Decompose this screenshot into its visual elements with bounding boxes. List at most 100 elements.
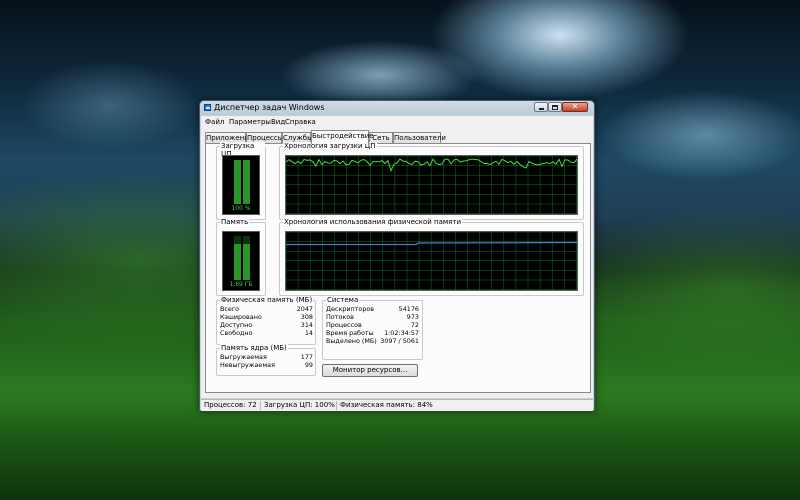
stat-label: Время работы bbox=[326, 329, 374, 337]
meter-segment bbox=[243, 168, 250, 170]
resource-monitor-button[interactable]: Монитор ресурсов... bbox=[322, 364, 418, 377]
stat-label: Кэшировано bbox=[220, 313, 262, 321]
meter-segment bbox=[243, 172, 250, 174]
meter-segment bbox=[234, 260, 241, 262]
stat-label: Доступно bbox=[220, 321, 253, 329]
menu-options[interactable]: Параметры bbox=[229, 118, 271, 126]
minimize-icon bbox=[538, 108, 544, 110]
status-cpu-usage: Загрузка ЦП: 100% bbox=[261, 401, 337, 410]
cpu-history-line bbox=[286, 158, 577, 172]
maximize-button[interactable] bbox=[548, 102, 562, 112]
stat-row-available: Доступно 314 bbox=[220, 321, 313, 329]
system-group: Система Дескрипторов 54176 Потоков 973 П… bbox=[322, 296, 423, 360]
meter-segment bbox=[234, 254, 241, 256]
meter-segment bbox=[234, 186, 241, 188]
stat-row-handles: Дескрипторов 54176 bbox=[326, 305, 419, 313]
meter-segment bbox=[243, 174, 250, 176]
meter-segment bbox=[234, 194, 241, 196]
system-label: Система bbox=[326, 296, 360, 304]
stat-row-commit: Выделено (МБ) 3097 / 5061 bbox=[326, 337, 419, 345]
stat-row-cached: Кэшировано 308 bbox=[220, 313, 313, 321]
meter-segment bbox=[234, 242, 241, 244]
meter-segment bbox=[234, 198, 241, 200]
meter-segment bbox=[234, 248, 241, 250]
menu-file[interactable]: Файл bbox=[205, 118, 224, 126]
meter-segment bbox=[234, 274, 241, 276]
meter-segment bbox=[234, 240, 241, 242]
meter-segment bbox=[243, 202, 250, 204]
meter-segment bbox=[243, 176, 250, 178]
meter-segment bbox=[243, 170, 250, 172]
meter-segment bbox=[234, 276, 241, 278]
meter-segment bbox=[243, 272, 250, 274]
stat-label: Невыгружаемая bbox=[220, 361, 275, 369]
menu-help[interactable]: Справка bbox=[285, 118, 316, 126]
cloud-light bbox=[600, 90, 800, 180]
kernel-memory-label: Память ядра (МБ) bbox=[220, 344, 288, 352]
meter-segment bbox=[234, 180, 241, 182]
stat-row-free: Свободно 14 bbox=[220, 329, 313, 337]
meter-segment bbox=[243, 264, 250, 266]
stat-label: Процессов bbox=[326, 321, 362, 329]
stat-row-threads: Потоков 973 bbox=[326, 313, 419, 321]
meter-segment bbox=[234, 238, 241, 240]
meter-segment bbox=[234, 170, 241, 172]
stat-value: 2047 bbox=[296, 305, 313, 313]
cpu-usage-meter: 100 % bbox=[222, 155, 260, 215]
meter-segment bbox=[234, 164, 241, 166]
stat-value: 72 bbox=[410, 321, 419, 329]
minimize-button[interactable] bbox=[534, 102, 548, 112]
meter-segment bbox=[234, 278, 241, 280]
meter-segment bbox=[234, 196, 241, 198]
meter-segment bbox=[243, 256, 250, 258]
stat-value: 308 bbox=[300, 313, 313, 321]
stat-value: 54176 bbox=[398, 305, 419, 313]
meter-segment bbox=[234, 256, 241, 258]
stat-row-total: Всего 2047 bbox=[220, 305, 313, 313]
meter-segment bbox=[234, 172, 241, 174]
menu-bar: Файл Параметры Вид Справка bbox=[201, 116, 593, 128]
meter-segment bbox=[234, 178, 241, 180]
window-client-area: Приложения Процессы Службы Быстродействи… bbox=[201, 128, 593, 398]
status-bar: Процессов: 72 Загрузка ЦП: 100% Физическ… bbox=[201, 399, 593, 411]
meter-segment bbox=[234, 258, 241, 260]
close-button[interactable]: ✕ bbox=[562, 102, 588, 112]
meter-segment bbox=[243, 182, 250, 184]
stat-value: 1:02:34:57 bbox=[384, 329, 419, 337]
meter-segment bbox=[243, 196, 250, 198]
memory-group: Память 1,69 ГБ bbox=[216, 218, 266, 296]
meter-segment bbox=[234, 192, 241, 194]
meter-segment bbox=[234, 272, 241, 274]
cpu-usage-value: 100 % bbox=[231, 205, 251, 212]
memory-usage-value: 1,69 ГБ bbox=[229, 281, 253, 288]
window-title: Диспетчер задач Windows bbox=[214, 103, 325, 112]
meter-segment bbox=[243, 190, 250, 192]
tab-performance[interactable]: Быстродействие bbox=[311, 130, 374, 144]
cloud-light bbox=[20, 60, 200, 150]
stat-value: 3097 / 5061 bbox=[380, 337, 419, 345]
stat-label: Свободно bbox=[220, 329, 253, 337]
cpu-history-plot bbox=[286, 156, 577, 214]
stat-label: Выделено (МБ) bbox=[326, 337, 377, 345]
maximize-icon bbox=[552, 104, 558, 110]
title-bar[interactable]: Диспетчер задач Windows ✕ bbox=[200, 101, 594, 115]
stat-row-nonpaged: Невыгружаемая 99 bbox=[220, 361, 313, 369]
status-processes: Процессов: 72 bbox=[201, 401, 261, 410]
meter-segment bbox=[234, 188, 241, 190]
meter-segment bbox=[243, 194, 250, 196]
meter-segment bbox=[243, 178, 250, 180]
meter-segment bbox=[243, 186, 250, 188]
meter-segment bbox=[243, 198, 250, 200]
stat-label: Дескрипторов bbox=[326, 305, 375, 313]
memory-label: Память bbox=[220, 218, 250, 226]
meter-segment bbox=[234, 264, 241, 266]
performance-panel: Загрузка ЦП 100 % Хронология загрузки ЦП… bbox=[205, 142, 591, 393]
stat-value: 99 bbox=[304, 361, 313, 369]
tab-users[interactable]: Пользователи bbox=[393, 132, 446, 143]
meter-segment bbox=[243, 260, 250, 262]
meter-segment bbox=[243, 236, 250, 238]
meter-segment bbox=[234, 244, 241, 246]
menu-view[interactable]: Вид bbox=[271, 118, 285, 126]
meter-segment bbox=[234, 182, 241, 184]
memory-meter-bars bbox=[234, 236, 250, 280]
